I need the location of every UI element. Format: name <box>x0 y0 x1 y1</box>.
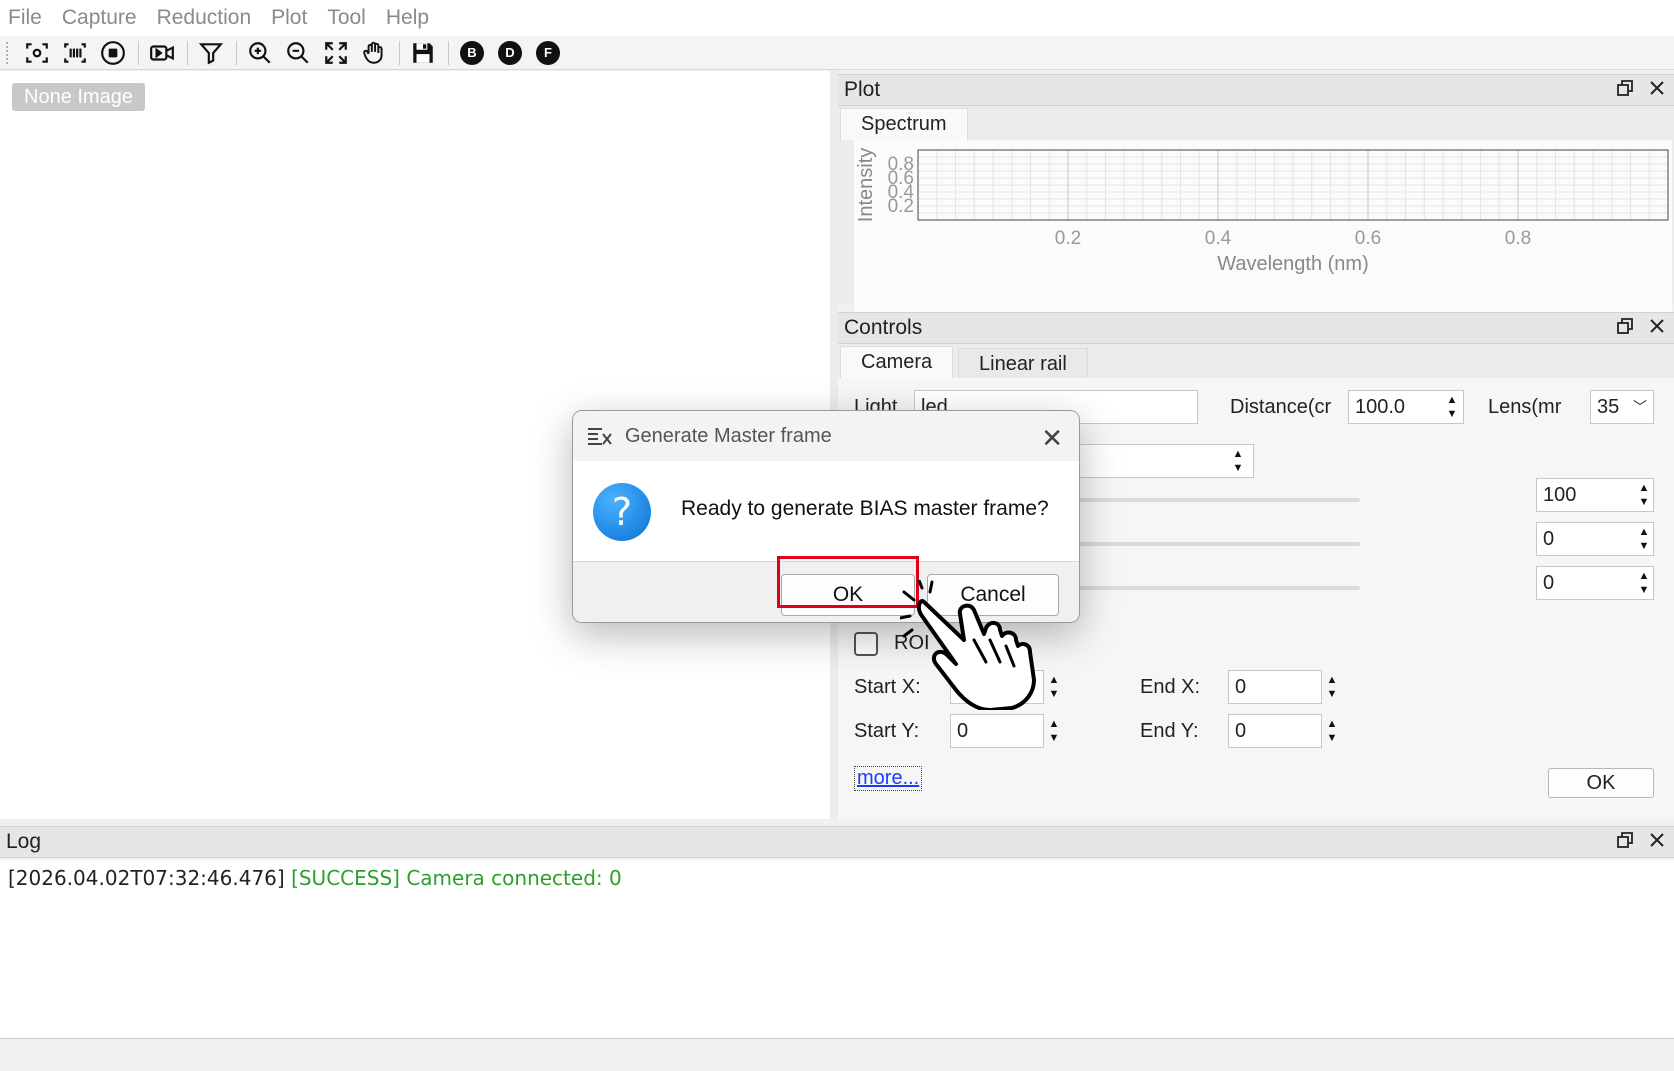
slider-1-spinner[interactable]: ▲ ▼ <box>1634 478 1654 512</box>
plot-title-text: Plot <box>844 78 881 101</box>
plot-panel: Plot Spectrum 0.2 0.4 0.6 0.8 0.2 0.4 0.6 0.8 … <box>838 74 1674 356</box>
focus-icon[interactable] <box>22 39 52 67</box>
controls-panel-title: Controls <box>838 312 1674 344</box>
dialog-body: ? Ready to generate BIAS master frame? <box>573 461 1079 561</box>
tab-linear-rail[interactable]: Linear rail <box>958 348 1088 380</box>
chart-ylabel: Intensity <box>855 148 877 222</box>
ok-highlight-box <box>777 556 919 608</box>
toolbar-grip[interactable] <box>6 41 10 64</box>
f-circle-icon: F <box>536 40 560 65</box>
video-icon[interactable] <box>147 39 177 67</box>
menu-bar: File Capture Reduction Plot Tool Help <box>0 0 1674 36</box>
slider-2-spinner[interactable]: ▲ ▼ <box>1634 522 1654 556</box>
pan-icon[interactable] <box>359 39 389 67</box>
toolbar-separator <box>236 40 237 65</box>
end-y-input[interactable]: 0 <box>1228 714 1322 748</box>
second-spinner[interactable]: ▲ ▼ <box>1228 444 1248 478</box>
filter-icon[interactable] <box>196 39 226 67</box>
question-icon: ? <box>593 483 651 541</box>
pointing-hand-icon <box>900 580 1036 710</box>
end-y-label: End Y: <box>1140 720 1199 742</box>
menu-help[interactable]: Help <box>386 6 429 30</box>
zoom-in-icon[interactable] <box>245 39 275 67</box>
x-tick-label: 0.2 <box>1055 228 1081 249</box>
controls-ok-button[interactable]: OK <box>1548 768 1654 798</box>
log-message: Camera connected: 0 <box>406 866 622 890</box>
log-timestamp: [2026.04.02T07:32:46.476] <box>8 866 285 890</box>
dialog-title: Generate Master frame <box>625 424 832 447</box>
tab-camera[interactable]: Camera <box>840 346 954 378</box>
start-y-input[interactable]: 0 <box>950 714 1044 748</box>
distance-label: Distance(cr <box>1230 396 1332 418</box>
close-icon[interactable] <box>1648 79 1666 97</box>
x-tick-label: 0.4 <box>1205 228 1232 249</box>
y-tick-label: 0.8 <box>888 154 914 175</box>
x-tick-label: 0.8 <box>1505 228 1531 249</box>
menu-file[interactable]: File <box>8 6 42 30</box>
barcode-icon[interactable] <box>60 39 90 67</box>
menu-tool[interactable]: Tool <box>327 6 366 30</box>
chevron-down-icon: ﹀ <box>1633 399 1647 415</box>
close-icon[interactable] <box>1648 317 1666 335</box>
plot-panel-title: Plot <box>838 74 1674 106</box>
menu-plot[interactable]: Plot <box>271 6 307 30</box>
lens-select[interactable]: 35 ﹀ <box>1590 390 1654 424</box>
slider-2[interactable] <box>1048 542 1360 546</box>
status-bar <box>0 1038 1674 1071</box>
slider-3-spinner[interactable]: ▲ ▼ <box>1634 566 1654 600</box>
none-image-label: None Image <box>12 83 145 111</box>
toolbar-separator <box>448 40 449 65</box>
controls-title-text: Controls <box>844 316 923 339</box>
end-x-label: End X: <box>1140 676 1201 698</box>
toolbar-separator <box>138 40 139 65</box>
more-link[interactable]: more... <box>854 766 923 791</box>
menu-reduction[interactable]: Reduction <box>157 6 252 30</box>
f-button[interactable]: F <box>533 39 563 67</box>
slider-1[interactable] <box>1048 498 1360 502</box>
slider-3[interactable] <box>1048 586 1360 590</box>
toolbar: B D F <box>0 36 1674 70</box>
stop-icon[interactable] <box>98 39 128 67</box>
log-entry: [2026.04.02T07:32:46.476] [SUCCESS] Came… <box>8 866 1666 890</box>
d-circle-icon: D <box>498 40 522 65</box>
log-output[interactable]: [2026.04.02T07:32:46.476] [SUCCESS] Came… <box>0 860 1674 1038</box>
toolbar-separator <box>187 40 188 65</box>
end-x-input[interactable]: 0 <box>1228 670 1322 704</box>
end-x-spinner[interactable]: ▲ ▼ <box>1322 670 1342 704</box>
log-title-text: Log <box>6 830 42 853</box>
distance-spinner[interactable]: ▲ ▼ <box>1442 390 1462 424</box>
dialog-title-bar: Generate Master frame <box>573 411 1079 461</box>
chart-xlabel: Wavelength (nm) <box>1217 253 1369 275</box>
dialog-message: Ready to generate BIAS master frame? <box>681 497 1049 520</box>
float-icon[interactable] <box>1616 79 1634 97</box>
close-icon[interactable] <box>1648 831 1666 849</box>
save-icon[interactable] <box>408 39 438 67</box>
menu-capture[interactable]: Capture <box>62 6 137 30</box>
d-button[interactable]: D <box>495 39 525 67</box>
close-icon[interactable]: ✕ <box>1041 423 1063 454</box>
end-y-spinner[interactable]: ▲ ▼ <box>1322 714 1342 748</box>
lens-value: 35 <box>1597 396 1620 418</box>
b-button[interactable]: B <box>457 39 487 67</box>
start-y-label: Start Y: <box>854 720 920 742</box>
x-tick-label: 0.6 <box>1355 228 1381 249</box>
lens-label: Lens(mr <box>1488 396 1562 418</box>
b-circle-icon: B <box>460 40 484 65</box>
log-panel-title: Log <box>0 826 1674 858</box>
start-y-spinner[interactable]: ▲ ▼ <box>1044 714 1064 748</box>
tab-spectrum[interactable]: Spectrum <box>840 108 968 140</box>
fit-icon[interactable] <box>321 39 351 67</box>
roi-checkbox[interactable] <box>854 632 878 656</box>
app-icon <box>588 428 612 445</box>
zoom-out-icon[interactable] <box>283 39 313 67</box>
toolbar-separator <box>399 40 400 65</box>
float-icon[interactable] <box>1616 317 1634 335</box>
float-icon[interactable] <box>1616 831 1634 849</box>
log-status: [SUCCESS] <box>291 866 400 890</box>
